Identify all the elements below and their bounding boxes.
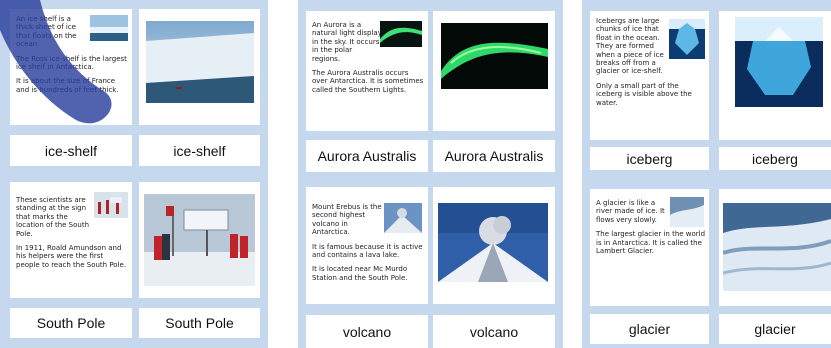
iceberg-text-1: Icebergs are large chunks of ice that fl… <box>596 17 664 76</box>
aurora-text-2: The Aurora Australis occurs over Antarct… <box>312 69 424 94</box>
south-pole-photo <box>144 194 255 286</box>
ice-shelf-text-cell: An ice shelf is a thick sheet of ice tha… <box>10 9 132 125</box>
ice-shelf-text-1: An ice shelf is a thick sheet of ice tha… <box>16 15 77 49</box>
aurora-description: An Aurora is a natural light display in … <box>312 21 424 100</box>
glacier-label: glacier <box>628 321 671 337</box>
glacier-photo-cell <box>719 189 831 306</box>
glacier-label-2: glacier <box>754 321 796 337</box>
iceberg-photo-cell <box>719 11 831 140</box>
volcano-text-2: It is famous because it is active and co… <box>312 242 423 260</box>
ice-shelf-text-3: It is about the size of France and is hu… <box>16 77 119 94</box>
iceberg-label: iceberg <box>626 150 673 167</box>
south-pole-label: South Pole <box>36 315 106 331</box>
glacier-photo <box>723 203 831 291</box>
aurora-text-cell: An Aurora is a natural light display in … <box>306 11 428 131</box>
glacier-text-1: A glacier is like a river made of ice. I… <box>596 199 665 224</box>
aurora-photo-cell <box>433 11 555 131</box>
south-pole-label-cell-2: South Pole <box>139 308 260 338</box>
glacier-text-cell: A glacier is like a river made of ice. I… <box>590 189 709 306</box>
iceberg-label-cell: iceberg <box>590 147 709 170</box>
aurora-photo <box>441 23 548 89</box>
aurora-text-1: An Aurora is a natural light display in … <box>312 21 382 63</box>
volcano-label-2: volcano <box>469 323 519 340</box>
south-pole-description: These scientists are standing at the sig… <box>16 196 128 275</box>
ice-shelf-photo-cell <box>139 9 260 125</box>
volcano-text-cell: Mount Erebus is the second highest volca… <box>306 187 428 304</box>
iceberg-text-cell: Icebergs are large chunks of ice that fl… <box>590 11 709 140</box>
volcano-description: Mount Erebus is the second highest volca… <box>312 203 424 288</box>
ice-shelf-description: An ice shelf is a thick sheet of ice tha… <box>16 15 128 100</box>
ice-shelf-label: ice-shelf <box>44 142 98 159</box>
volcano-label-cell: volcano <box>306 315 428 348</box>
ice-shelf-text-2: The Ross ice-shelf is the largest ice sh… <box>16 54 127 72</box>
iceberg-label-2: iceberg <box>752 150 798 167</box>
south-pole-text-1: These scientists are standing at the sig… <box>16 196 90 238</box>
iceberg-photo <box>735 17 823 107</box>
aurora-label-2: Aurora Australis <box>444 148 544 164</box>
south-pole-label-cell: South Pole <box>10 308 132 338</box>
ice-shelf-label-cell-2: ice-shelf <box>139 135 260 166</box>
aurora-label: Aurora Australis <box>317 148 417 164</box>
south-pole-text-cell: These scientists are standing at the sig… <box>10 182 132 298</box>
volcano-photo <box>438 203 548 282</box>
ice-shelf-photo <box>146 21 254 103</box>
volcano-photo-cell <box>433 187 555 304</box>
glacier-label-cell-2: glacier <box>719 314 831 344</box>
ice-shelf-label-2: ice-shelf <box>173 142 226 159</box>
south-pole-text-2: In 1911, Roald Amundson and his helpers … <box>16 244 127 269</box>
glacier-description: A glacier is like a river made of ice. I… <box>596 199 706 261</box>
aurora-label-cell: Aurora Australis <box>306 140 428 172</box>
glacier-label-cell: glacier <box>590 314 709 344</box>
south-pole-photo-cell <box>139 182 260 298</box>
south-pole-label-2: South Pole <box>165 315 234 331</box>
iceberg-label-cell-2: iceberg <box>719 147 831 170</box>
iceberg-text-2: Only a small part of the iceberg is visi… <box>596 81 692 107</box>
volcano-label: volcano <box>342 323 392 340</box>
volcano-text-3: It is located near Mc Murdo Station and … <box>312 265 408 282</box>
ice-shelf-label-cell: ice-shelf <box>10 135 132 166</box>
iceberg-description: Icebergs are large chunks of ice that fl… <box>596 17 706 113</box>
glacier-text-2: The largest glacier in the world is in A… <box>596 230 706 256</box>
volcano-text-1: Mount Erebus is the second highest volca… <box>312 203 382 237</box>
volcano-label-cell-2: volcano <box>433 315 555 348</box>
aurora-label-cell-2: Aurora Australis <box>433 140 555 172</box>
